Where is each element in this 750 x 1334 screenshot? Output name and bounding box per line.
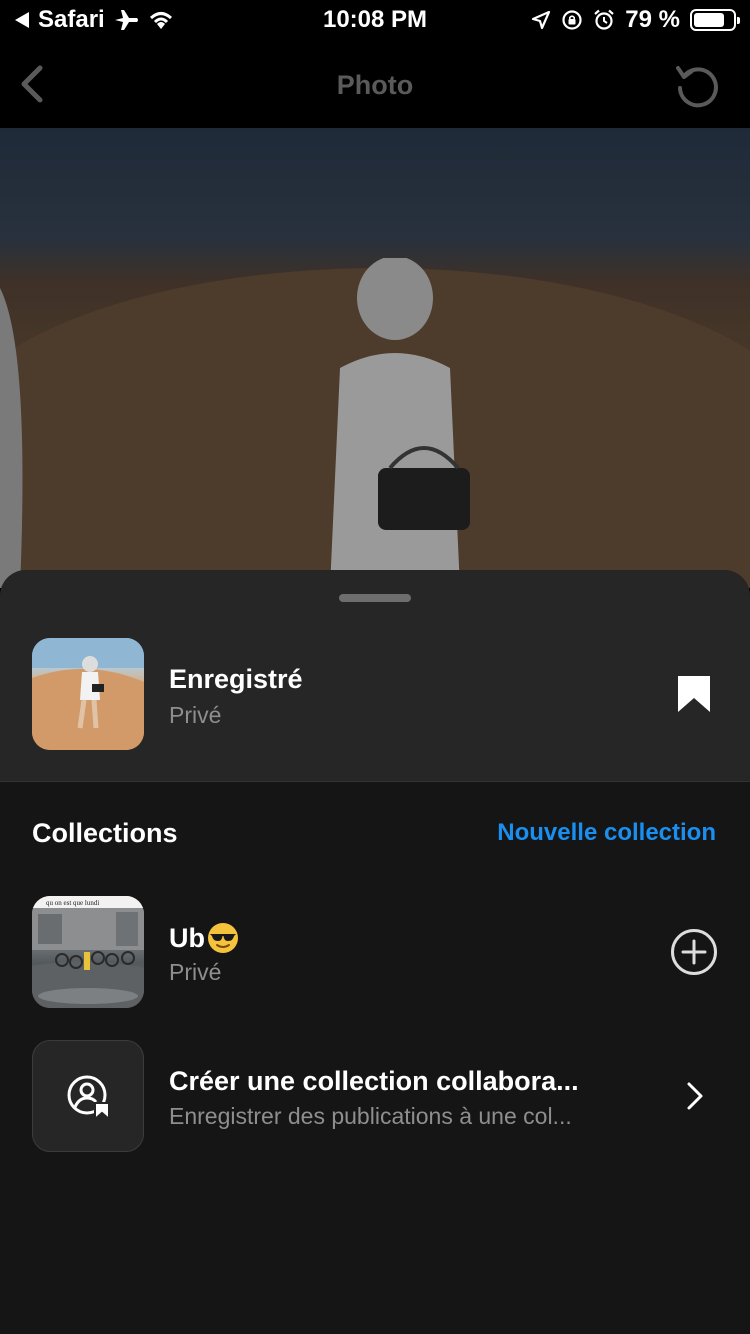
collections-heading: Collections	[32, 818, 178, 848]
nav-bar: Photo	[0, 40, 750, 128]
chevron-right-icon[interactable]	[683, 1080, 707, 1112]
collection-privacy: Privé	[169, 959, 222, 985]
battery-icon	[690, 9, 740, 31]
orientation-lock-icon	[562, 10, 582, 30]
collaborative-collection-subtitle: Enregistrer des publications à une col..…	[169, 1103, 572, 1129]
sunglasses-emoji-icon	[208, 923, 238, 953]
saved-section: Enregistré Privé	[0, 570, 750, 782]
saved-privacy: Privé	[169, 702, 222, 728]
new-collection-button[interactable]: Nouvelle collection	[497, 819, 716, 847]
collaborative-collection-icon	[67, 1075, 110, 1121]
collaborative-collection-title: Créer une collection collabora...	[169, 1066, 579, 1096]
saved-thumbnail-image	[32, 638, 144, 750]
battery-percent: 79 %	[625, 6, 680, 33]
collection-thumbnail[interactable]: qu on est que lundi	[32, 896, 144, 1008]
photo-person	[330, 258, 470, 588]
sheet-grabber[interactable]	[339, 594, 411, 602]
alarm-icon	[594, 9, 615, 30]
saved-thumbnail[interactable]	[32, 638, 144, 750]
status-right: 79 %	[531, 6, 740, 34]
add-to-collection-icon[interactable]	[670, 928, 718, 976]
collection-name: Ub	[169, 922, 205, 953]
collection-title: Ub	[169, 922, 239, 954]
section-divider	[0, 781, 750, 782]
thumb-caption: qu on est que lundi	[46, 899, 99, 907]
bookmark-filled-icon[interactable]	[676, 674, 712, 714]
saved-title: Enregistré	[169, 664, 303, 694]
collaborative-collection-tile[interactable]	[32, 1040, 144, 1152]
location-arrow-icon	[532, 10, 551, 30]
save-sheet: Enregistré Privé Collections Nouvelle co…	[0, 570, 750, 1334]
photo-side-figure	[0, 288, 23, 588]
status-bar: Safari 10:08 PM 79 %	[0, 0, 750, 40]
post-photo	[0, 128, 750, 588]
collection-thumbnail-image: qu on est que lundi	[32, 896, 144, 1008]
page-title: Photo	[336, 70, 414, 100]
refresh-icon[interactable]	[672, 60, 722, 110]
